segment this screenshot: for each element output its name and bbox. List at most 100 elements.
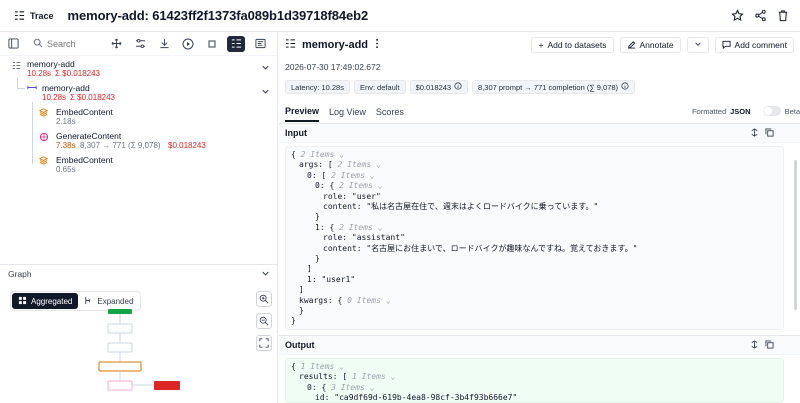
- json-item-count[interactable]: 0 Items ⌄: [342, 296, 390, 305]
- more-vertical-icon[interactable]: [374, 38, 380, 51]
- timeline-view-toggle[interactable]: [251, 36, 269, 52]
- edit-icon: [627, 40, 636, 51]
- node-cost: Σ $0.018243: [70, 93, 115, 102]
- search-box: [33, 38, 101, 50]
- graph-title: Graph: [8, 269, 32, 279]
- graph-node-span: [107, 323, 133, 334]
- json-line: }: [299, 306, 304, 316]
- download-icon[interactable]: [155, 36, 173, 52]
- latency-badge-text: Latency: 10.28s: [291, 82, 344, 92]
- zoom-in-icon[interactable]: [256, 291, 272, 307]
- json-line: }: [315, 254, 320, 264]
- add-to-datasets-button[interactable]: + Add to datasets: [531, 37, 614, 53]
- chevron-down-icon[interactable]: [261, 63, 270, 74]
- tab-scores[interactable]: Scores: [376, 102, 404, 122]
- tree-connector: [17, 78, 18, 88]
- aggregated-toggle[interactable]: Aggregated: [12, 293, 79, 309]
- top-bar: Trace memory-add: 61423ff2f1373fa089b1d3…: [0, 0, 800, 32]
- chevron-down-icon[interactable]: [261, 269, 270, 280]
- tree-node-root[interactable]: memory-add 10.28s Σ $0.018243: [0, 58, 278, 82]
- list-tree-icon: [285, 38, 296, 51]
- tab-log-view[interactable]: Log View: [329, 102, 366, 122]
- node-tokens: 8,307 → 771 (Σ 9,078): [80, 141, 161, 150]
- json-item-count[interactable]: 3 Items ⌄: [326, 383, 374, 392]
- annotate-dropdown-button[interactable]: [686, 37, 709, 53]
- tree-node-generate[interactable]: GenerateContent 7.38s 8,307 → 771 (Σ 9,0…: [0, 130, 278, 154]
- json-item-count[interactable]: 1 Items ⌄: [347, 372, 395, 381]
- chevron-down-icon[interactable]: [261, 87, 270, 98]
- embed-icon: [38, 156, 49, 167]
- beta-switch[interactable]: [762, 106, 781, 116]
- copy-icon[interactable]: [765, 127, 774, 139]
- stop-icon[interactable]: [203, 36, 221, 52]
- node-latency: 7.38s: [56, 141, 76, 150]
- json-line-text: kwargs: {: [299, 295, 343, 305]
- fit-view-icon[interactable]: [256, 335, 272, 351]
- json-line: id: "ca9df69d-619b-4ea8-98cf-3b4f93b666e…: [315, 393, 517, 403]
- add-comment-button[interactable]: Add comment: [714, 37, 794, 53]
- json-line: role: "user": [323, 192, 381, 202]
- output-json-viewer[interactable]: { 1 Items ⌄ results: [ 1 Items ⌄ 0: { 3 It…: [285, 358, 784, 403]
- json-item-count[interactable]: 2 Items ⌄: [334, 181, 382, 190]
- trace-tree-pane: memory-add 10.28s Σ $0.018243 memory-add…: [0, 32, 278, 403]
- search-input[interactable]: [47, 38, 101, 49]
- json-line-text: id: "ca9df69d-619b-4ea8-98cf-3b4f93b666e…: [315, 393, 518, 403]
- collapse-panel-icon[interactable]: [8, 36, 19, 52]
- trace-title: memory-add: 61423ff2f1373fa089b1d39718f8…: [67, 8, 369, 23]
- annotate-label: Annotate: [639, 40, 674, 50]
- json-option[interactable]: JSON: [730, 107, 750, 116]
- json-item-count[interactable]: 2 Items ⌄: [296, 150, 344, 159]
- annotate-button[interactable]: Annotate: [619, 37, 681, 53]
- tree-node-embed-2[interactable]: EmbedContent 0.65s: [0, 154, 278, 178]
- node-name: memory-add: [42, 83, 90, 93]
- tree-view-toggle[interactable]: [227, 35, 245, 52]
- json-item-count[interactable]: 2 Items ⌄: [334, 223, 382, 232]
- formatted-option[interactable]: Formatted: [692, 107, 726, 116]
- tab-preview[interactable]: Preview: [285, 102, 320, 122]
- move-icon[interactable]: [107, 36, 125, 52]
- tree-node-span[interactable]: memory-add 10.28s Σ $0.018243: [0, 78, 278, 106]
- json-line: }: [315, 212, 320, 222]
- sliders-icon[interactable]: [131, 36, 149, 52]
- tree-node-embed[interactable]: EmbedContent 2.18s: [0, 102, 278, 164]
- json-item-count[interactable]: 2 Items ⌄: [326, 171, 374, 180]
- json-line: ]: [307, 264, 312, 274]
- copy-icon[interactable]: [765, 339, 774, 351]
- zoom-out-icon[interactable]: [256, 313, 272, 329]
- expand-icon[interactable]: [750, 339, 759, 351]
- json-line-text: args: [: [299, 160, 333, 170]
- graph-panel: Graph Aggregated Expanded: [0, 264, 278, 403]
- node-name: EmbedContent: [56, 107, 113, 117]
- beta-label: Beta: [784, 106, 800, 116]
- trace-label: Trace: [30, 10, 54, 21]
- play-icon[interactable]: [179, 36, 197, 52]
- trash-icon[interactable]: [776, 8, 790, 22]
- node-latency: 0.65s: [56, 165, 76, 174]
- share-icon[interactable]: [753, 8, 767, 22]
- observation-pane: memory-add + Add to datasets Annotate Ad…: [279, 32, 800, 403]
- scrollbar[interactable]: [794, 160, 797, 310]
- cost-badge[interactable]: $0.018243: [409, 80, 469, 94]
- trace-icon: [12, 61, 21, 72]
- input-json-viewer[interactable]: { 2 Items ⌄ args: [ 2 Items ⌄ 0: [ 2 Items…: [285, 146, 784, 330]
- json-item-count[interactable]: 1 Items ⌄: [296, 362, 344, 371]
- json-line-text: }: [291, 316, 296, 326]
- expand-icon[interactable]: [750, 127, 759, 139]
- output-section-header: Output: [279, 335, 800, 355]
- json-line-text: 1: "user1": [307, 274, 356, 284]
- span-icon: [27, 83, 37, 94]
- tokens-badge[interactable]: 8,307 prompt → 771 completion (∑ 9,078): [472, 80, 636, 94]
- json-line-text: 1: {: [315, 222, 335, 232]
- output-label: Output: [285, 340, 315, 350]
- json-line-text: }: [315, 254, 320, 263]
- graph-canvas[interactable]: [92, 307, 192, 397]
- input-section-header: Input: [279, 123, 800, 143]
- json-line-text: ]: [307, 264, 312, 274]
- json-line-text: role: "user": [323, 191, 381, 201]
- observation-tabs: Preview Log View Scores: [285, 102, 404, 122]
- json-line: { 2 Items ⌄: [291, 150, 344, 160]
- star-icon[interactable]: [730, 8, 744, 22]
- node-cost: $0.018243: [168, 141, 206, 150]
- json-item-count[interactable]: 2 Items ⌄: [333, 160, 381, 169]
- comment-icon: [721, 40, 731, 51]
